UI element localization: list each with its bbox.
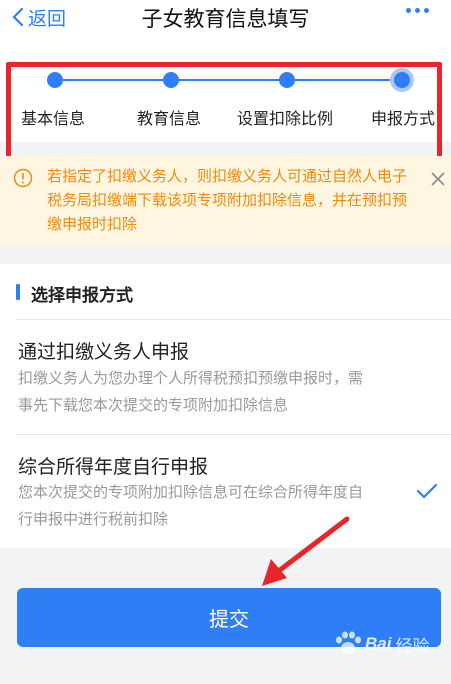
warning-icon (13, 168, 33, 188)
close-icon[interactable] (430, 171, 446, 187)
section-accent-bar (16, 284, 20, 300)
more-icon[interactable] (406, 8, 429, 13)
step-dot-4-current (390, 68, 414, 92)
watermark-text: 经验 (395, 636, 430, 657)
step-dot-1 (47, 72, 63, 88)
step-label-3: 设置扣除比例 (237, 109, 334, 128)
step-label-1: 基本信息 (21, 109, 86, 128)
option-title: 通过扣缴义务人申报 (18, 341, 190, 363)
step-connector (56, 79, 402, 81)
paw-icon (336, 631, 361, 654)
watermark: Bai 经验 (333, 631, 429, 657)
nav-header: 返回 子女教育信息填写 (0, 0, 451, 40)
section-title: 选择申报方式 (31, 286, 133, 306)
option-title: 综合所得年度自行申报 (18, 456, 209, 478)
notice-text: 若指定了扣缴义务人，则扣缴义务人可通过自然人电子税务局扣缴端下载该项专项附加扣除… (47, 167, 408, 233)
step-dot-2 (163, 72, 179, 88)
step-label-2: 教育信息 (137, 109, 202, 128)
step-label-4: 申报方式 (371, 109, 436, 128)
option-description: 扣缴义务人为您办理个人所得税预扣预缴申报时，需事先下载您本次提交的专项附加扣除信… (18, 369, 364, 414)
option-description: 您本次提交的专项附加扣除信息可在综合所得年度自行申报中进行税前扣除 (18, 483, 364, 528)
option-self-filing[interactable]: 综合所得年度自行申报 您本次提交的专项附加扣除信息可在综合所得年度自行申报中进行… (0, 435, 451, 548)
check-icon (416, 483, 438, 499)
page-title: 子女教育信息填写 (141, 7, 310, 31)
step-dot-3 (279, 72, 295, 88)
option-withholding-agent[interactable]: 通过扣缴义务人申报 扣缴义务人为您办理个人所得税预扣预缴申报时，需事先下载您本次… (0, 320, 451, 434)
